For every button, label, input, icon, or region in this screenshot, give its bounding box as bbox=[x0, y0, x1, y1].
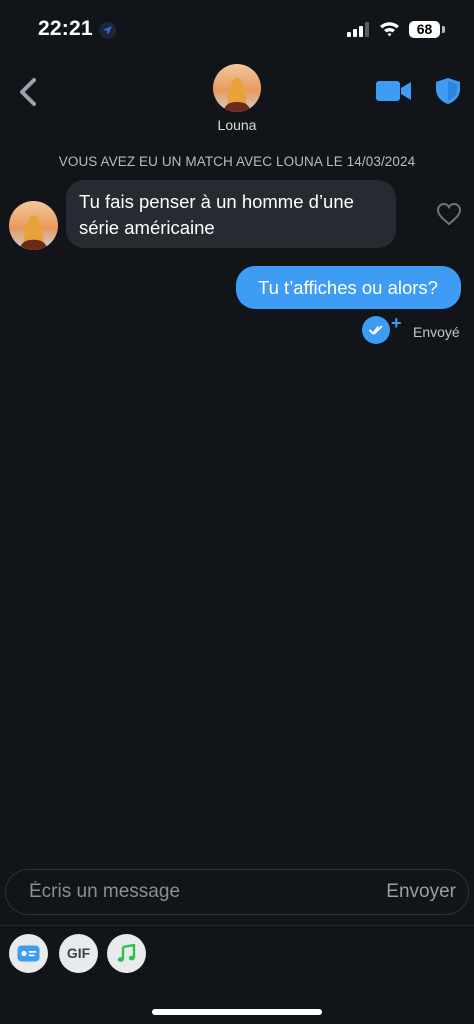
signal-icon bbox=[347, 22, 369, 37]
battery-tip bbox=[442, 26, 445, 33]
contact-avatar[interactable] bbox=[213, 64, 261, 112]
message-avatar[interactable] bbox=[9, 201, 58, 250]
heart-outline-icon bbox=[436, 202, 462, 226]
sent-message-bubble[interactable]: Tu t’affiches ou alors? bbox=[236, 266, 461, 309]
video-camera-icon bbox=[376, 81, 411, 101]
match-banner: VOUS AVEZ EU UN MATCH AVEC LOUNA LE 14/0… bbox=[58, 154, 416, 169]
status-bar: 22:21 68 bbox=[0, 0, 474, 60]
message-input[interactable] bbox=[29, 870, 349, 914]
message-line: série américaine bbox=[79, 217, 215, 238]
toolbar-divider bbox=[0, 925, 474, 926]
video-call-button[interactable] bbox=[376, 79, 412, 103]
home-indicator[interactable] bbox=[152, 1009, 322, 1015]
like-message-button[interactable] bbox=[436, 202, 462, 226]
message-line: Tu fais penser à un homme d’une bbox=[79, 191, 354, 212]
message-status: Envoyé bbox=[413, 324, 460, 340]
gif-button[interactable]: GIF bbox=[59, 934, 98, 973]
id-card-icon bbox=[17, 945, 40, 962]
status-time: 22:21 bbox=[38, 17, 93, 40]
safety-shield-button[interactable] bbox=[435, 77, 461, 105]
compose-bar: Envoyer bbox=[5, 869, 469, 915]
music-note-icon bbox=[117, 944, 136, 962]
back-button[interactable] bbox=[14, 74, 42, 110]
received-message-bubble[interactable]: Tu fais penser à un homme d’une série am… bbox=[66, 180, 396, 248]
send-button[interactable]: Envoyer bbox=[386, 870, 456, 914]
wifi-icon bbox=[380, 22, 399, 37]
battery-icon: 68 bbox=[409, 21, 440, 38]
read-check-icon bbox=[362, 316, 390, 344]
profile-card-button[interactable] bbox=[9, 934, 48, 973]
plus-icon[interactable]: + bbox=[391, 314, 402, 332]
location-arrow-icon bbox=[99, 22, 116, 39]
music-button[interactable] bbox=[107, 934, 146, 973]
back-chevron-icon bbox=[20, 78, 36, 106]
contact-name[interactable]: Louna bbox=[0, 117, 474, 133]
